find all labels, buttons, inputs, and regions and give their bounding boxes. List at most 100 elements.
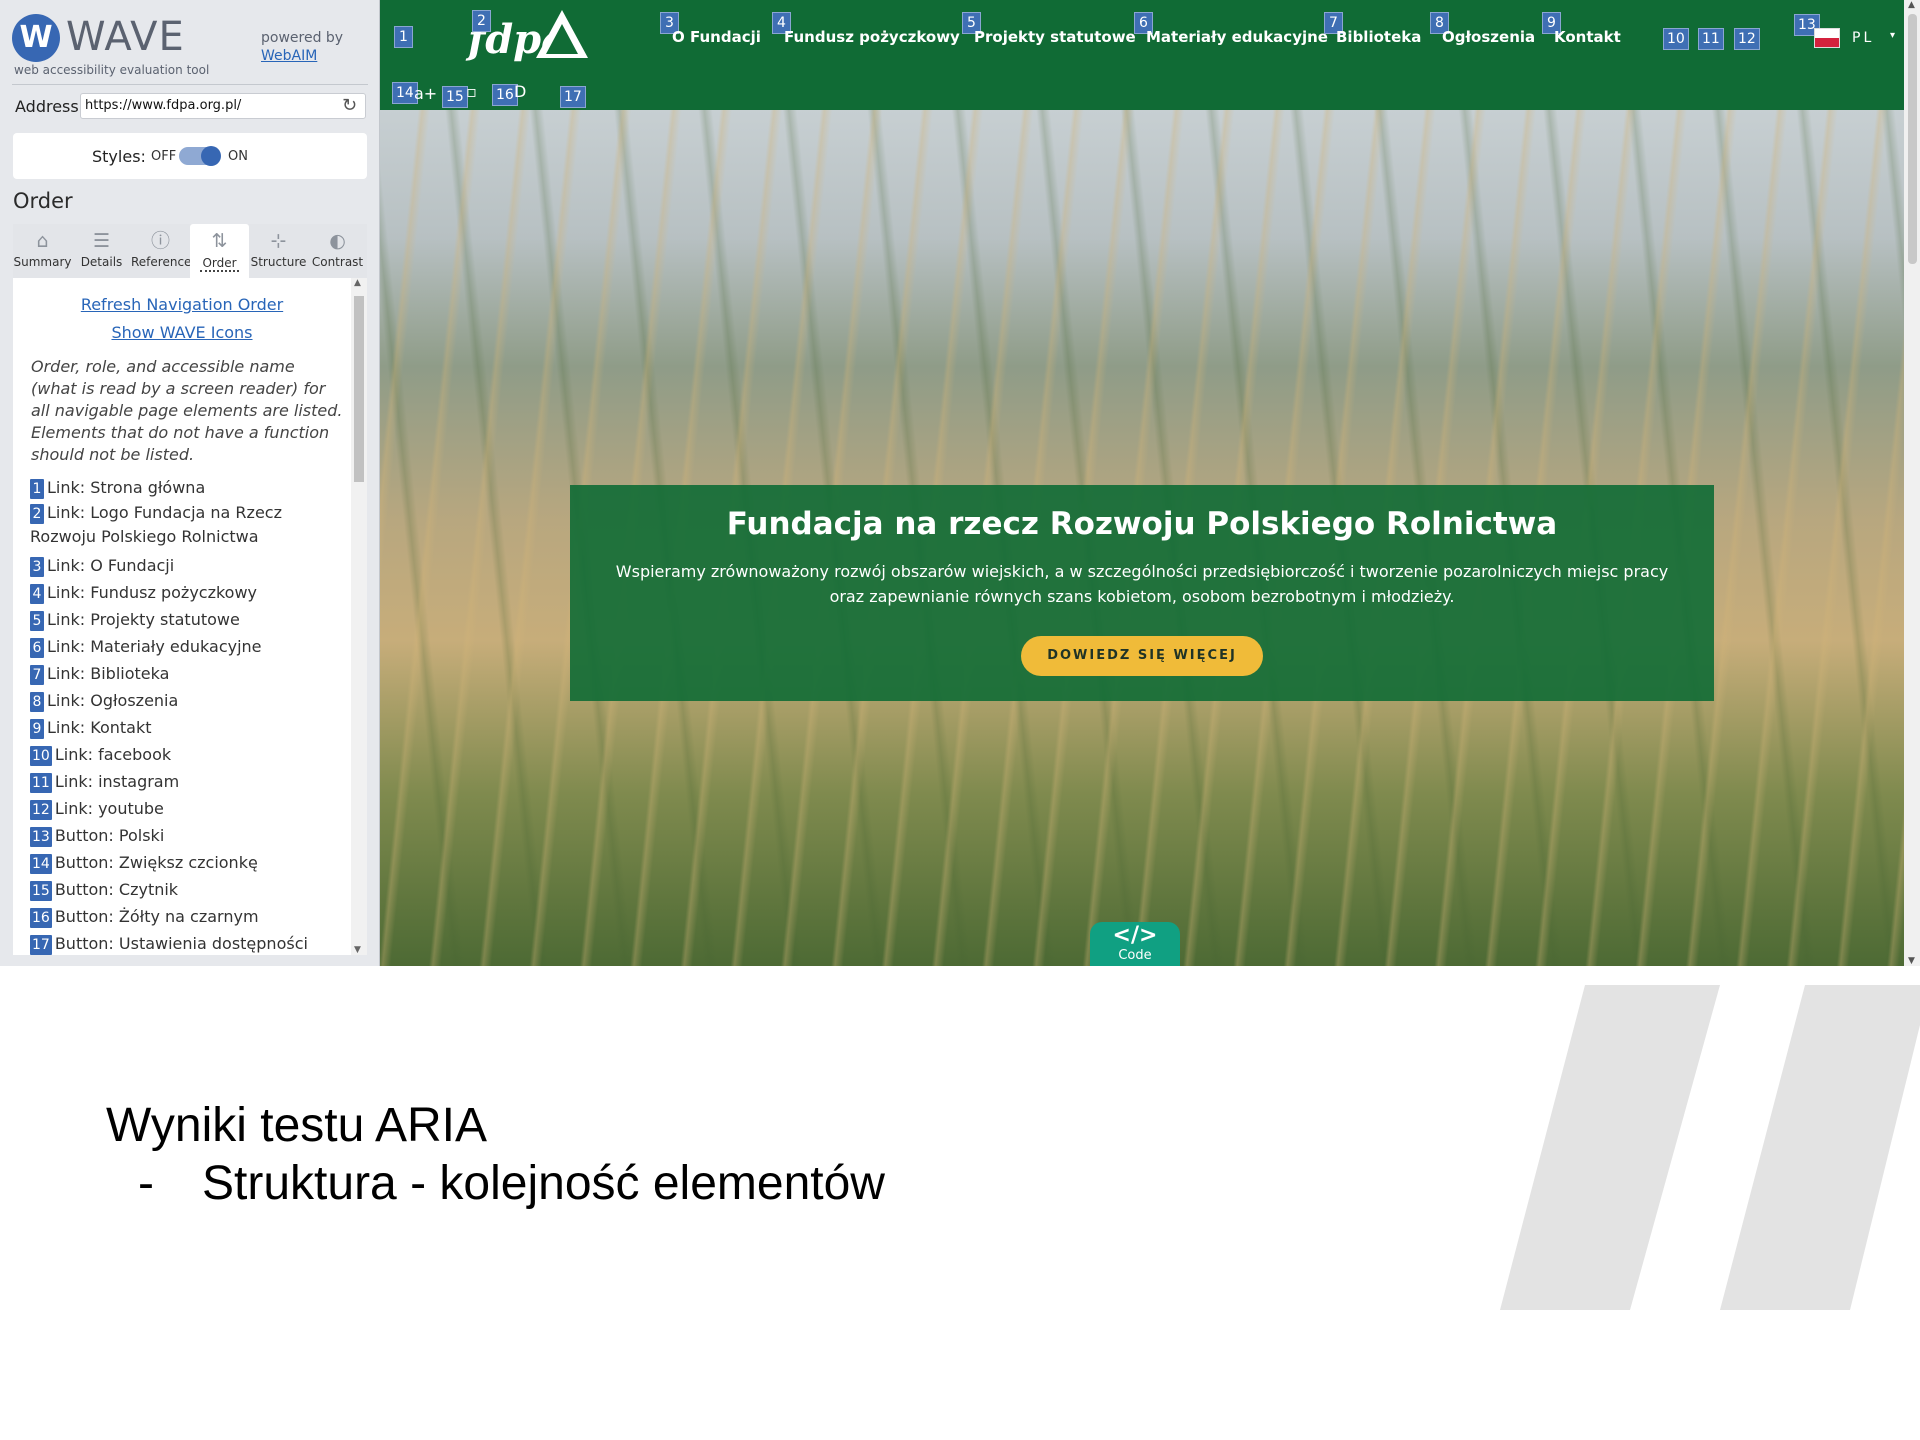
tab-summary[interactable]: ⌂ Summary (13, 224, 72, 278)
styles-toggle-panel: Styles: OFF ON (13, 133, 367, 179)
order-item-text: Link: Ogłoszenia (47, 691, 179, 710)
language-button[interactable]: PL (1852, 30, 1874, 46)
order-number-badge: 9 (30, 719, 44, 739)
tab-structure[interactable]: ⊹ Structure (249, 224, 308, 278)
scroll-up-arrow-icon[interactable]: ▲ (1908, 0, 1915, 10)
order-item-text: Link: Biblioteka (47, 664, 170, 683)
polish-flag-icon[interactable] (1814, 28, 1840, 48)
styles-toggle-switch[interactable] (179, 146, 221, 166)
order-list-item: 11 Link: instagram (30, 768, 348, 795)
order-number-badge: 3 (30, 557, 44, 577)
order-list-item: 7 Link: Biblioteka (30, 660, 348, 687)
scrollbar-thumb[interactable] (1908, 14, 1917, 264)
tab-order[interactable]: ⇅ Order (190, 224, 249, 278)
font-size-icon[interactable]: a+ (414, 84, 437, 103)
structure-icon: ⊹ (270, 230, 287, 252)
order-item-text: Link: O Fundacji (47, 556, 175, 575)
header-divider (12, 84, 368, 85)
order-number-badge: 2 (30, 504, 44, 524)
panel-heading: Order (13, 189, 73, 213)
scroll-up-arrow-icon[interactable]: ▲ (354, 278, 361, 288)
nav-link[interactable]: Ogłoszenia (1442, 28, 1535, 46)
order-number-badge: 15 (30, 881, 52, 901)
order-number-badge: 1 (30, 479, 44, 499)
order-item-text: Link: Fundusz pożyczkowy (47, 583, 258, 602)
nav-link[interactable]: Biblioteka (1336, 28, 1421, 46)
wave-app-name: WAVE (66, 14, 185, 60)
tab-label: Reference (131, 255, 192, 269)
toggle-knob (201, 146, 221, 166)
order-list-item: 16 Button: Żółty na czarnym (30, 903, 348, 930)
website-scrollbar[interactable]: ▲ ▼ (1904, 0, 1920, 966)
stripe-left (1500, 985, 1720, 1310)
refresh-icon[interactable]: ↻ (342, 95, 357, 116)
order-list-item: 8 Link: Ogłoszenia (30, 687, 348, 714)
order-badge-settings[interactable]: 17 (560, 86, 586, 108)
reader-icon[interactable]: ▫ (466, 82, 477, 101)
order-list-item: 3 Link: O Fundacji (30, 552, 348, 579)
webaim-link[interactable]: WebAIM (261, 48, 317, 64)
info-icon: ⓘ (150, 230, 170, 252)
order-item-text: Button: Zwiększ czcionkę (54, 853, 258, 872)
order-item-text: Button: Polski (54, 826, 165, 845)
order-list-item: 6 Link: Materiały edukacyjne (30, 633, 348, 660)
learn-more-button[interactable]: DOWIEDZ SIĘ WIĘCEJ (1021, 636, 1263, 676)
order-icon: ⇅ (211, 230, 228, 252)
order-item-text: Link: instagram (54, 772, 180, 791)
hero-text: Wspieramy zrównoważony rozwój obszarów w… (590, 559, 1694, 609)
tab-contrast[interactable]: ◐ Contrast (308, 224, 367, 278)
contrast-toggle-icon[interactable]: D (514, 82, 526, 101)
nav-link[interactable]: Fundusz pożyczkowy (784, 28, 960, 46)
nav-link[interactable]: O Fundacji (672, 28, 761, 46)
youtube-link-badge[interactable]: 12 (1734, 28, 1760, 50)
code-view-tab[interactable]: </> Code (1090, 922, 1180, 966)
order-description: Order, role, and accessible name (what i… (31, 357, 343, 464)
wave-tagline: web accessibility evaluation tool (14, 63, 210, 77)
instagram-link-badge[interactable]: 11 (1698, 28, 1724, 50)
show-wave-icons-link[interactable]: Show WAVE Icons (13, 323, 351, 342)
order-number-badge: 6 (30, 638, 44, 658)
order-list-item: 12 Link: youtube (30, 795, 348, 822)
scroll-down-arrow-icon[interactable]: ▼ (354, 945, 361, 955)
bullet-dash: - (138, 1157, 154, 1210)
chevron-down-icon[interactable]: ▾ (1890, 30, 1895, 41)
order-item-text: Link: Kontakt (47, 718, 152, 737)
order-item-text: Button: Czytnik (54, 880, 179, 899)
order-item-text: Link: facebook (54, 745, 172, 764)
styles-label: Styles: (92, 147, 146, 166)
order-item-text: Link: Strona główna (47, 478, 206, 497)
nav-link[interactable]: Kontakt (1554, 28, 1621, 46)
facebook-link-badge[interactable]: 10 (1663, 28, 1689, 50)
address-input[interactable]: https://www.fdpa.org.pl/ (80, 93, 366, 119)
slide-title: Wyniki testu ARIA (106, 1099, 488, 1152)
order-list: 1 Link: Strona główna 2 Link: Logo Fundacja… (30, 474, 348, 955)
tab-label: Structure (250, 255, 307, 269)
order-list-item: 14 Button: Zwiększ czcionkę (30, 849, 348, 876)
nav-link[interactable]: Projekty statutowe (974, 28, 1136, 46)
tab-label: Summary (13, 255, 72, 269)
order-item-text: Button: Ustawienia dostępności (54, 934, 308, 953)
order-number-badge: 14 (30, 854, 52, 874)
scroll-down-arrow-icon[interactable]: ▼ (1908, 956, 1915, 966)
code-tab-label: Code (1118, 948, 1152, 963)
contrast-icon: ◐ (329, 230, 346, 252)
scrollbar-thumb[interactable] (354, 296, 364, 482)
order-number-badge: 13 (30, 827, 52, 847)
order-item-text: Button: Żółty na czarnym (54, 907, 259, 926)
decorative-stripes (1500, 985, 1920, 1310)
styles-on-label: ON (228, 149, 248, 164)
refresh-navigation-order-link[interactable]: Refresh Navigation Order (13, 295, 351, 314)
order-list-item: 1 Link: Strona główna (30, 474, 348, 501)
tab-reference[interactable]: ⓘ Reference (131, 224, 192, 278)
nav-link[interactable]: Materiały edukacyjne (1146, 28, 1328, 46)
order-number-badge: 10 (30, 746, 52, 766)
order-panel-scrollbar[interactable]: ▲ ▼ (351, 278, 367, 955)
order-number-badge: 12 (30, 800, 52, 820)
hero-title: Fundacja na rzecz Rozwoju Polskiego Roln… (726, 506, 1558, 542)
tab-details[interactable]: ☰ Details (72, 224, 131, 278)
order-number-badge: 11 (30, 773, 52, 793)
order-list-item: 15 Button: Czytnik (30, 876, 348, 903)
home-icon: ⌂ (36, 230, 49, 252)
tab-label: Contrast (311, 255, 364, 269)
order-number-badge: 5 (30, 611, 44, 631)
